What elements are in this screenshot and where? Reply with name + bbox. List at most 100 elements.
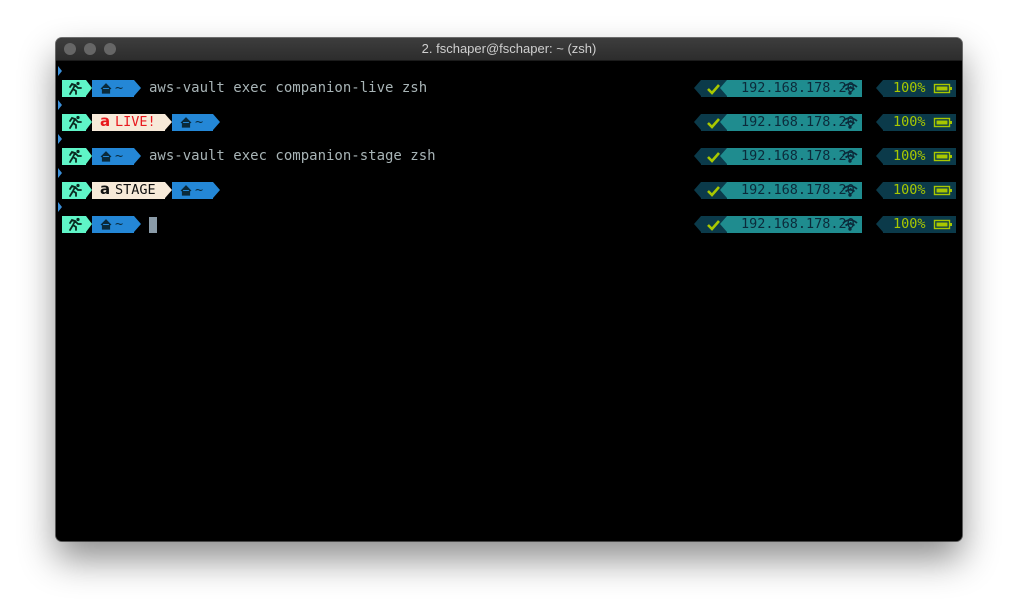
segment-separator (876, 148, 883, 164)
dir-segment: ~ (172, 114, 213, 131)
segment-separator (694, 114, 701, 130)
prompt-line: ~ 192.168.178.20 100% (56, 216, 962, 233)
segment-separator (165, 182, 172, 198)
segment-separator (720, 114, 727, 130)
segment-separator (720, 216, 727, 232)
dir-label: ~ (115, 216, 124, 232)
prompt-newline-caret (58, 168, 62, 178)
dir-segment: ~ (172, 182, 213, 199)
segment-separator (876, 182, 883, 198)
segment-separator (694, 148, 701, 164)
ip-address: 192.168.178.20 (741, 182, 855, 198)
ip-segment: 192.168.178.20 (727, 80, 862, 97)
battery-level: 100% (893, 114, 926, 130)
segment-separator (720, 182, 727, 198)
context-segment (62, 216, 86, 233)
running-man-icon (69, 149, 82, 163)
amazon-a-icon: a (100, 112, 111, 130)
battery-icon (933, 219, 952, 230)
battery-segment: 100% (883, 148, 956, 165)
battery-icon (933, 117, 952, 128)
segment-separator (134, 80, 141, 96)
ip-segment: 192.168.178.20 (727, 216, 862, 233)
text-cursor[interactable] (149, 217, 157, 233)
aws-segment: a STAGE (92, 180, 165, 199)
dir-label: ~ (115, 148, 124, 164)
amazon-a-icon: a (100, 180, 111, 198)
wifi-icon (842, 83, 858, 95)
prompt-line: ~ aws-vault exec companion-live zsh 192.… (56, 80, 962, 97)
context-segment (62, 148, 86, 165)
context-segment (62, 182, 86, 199)
ip-segment: 192.168.178.20 (727, 182, 862, 199)
context-segment (62, 114, 86, 131)
running-man-icon (69, 217, 82, 231)
segment-separator (876, 114, 883, 130)
dir-label: ~ (195, 182, 204, 198)
segment-separator (694, 80, 701, 96)
battery-icon (933, 151, 952, 162)
dir-segment: ~ (92, 80, 134, 97)
home-icon (100, 219, 112, 230)
command-text: aws-vault exec companion-stage zsh (149, 148, 436, 164)
ip-address: 192.168.178.20 (741, 148, 855, 164)
prompt-newline-caret (58, 100, 62, 110)
prompt-line: ~ aws-vault exec companion-stage zsh 192… (56, 148, 962, 165)
ip-address: 192.168.178.20 (741, 216, 855, 232)
segment-separator (213, 114, 220, 130)
aws-profile-label: LIVE! (115, 114, 156, 130)
segment-separator (165, 114, 172, 130)
prompt-newline-caret (58, 134, 62, 144)
prompt-newline-caret (58, 66, 62, 76)
battery-segment: 100% (883, 80, 956, 97)
wifi-icon (842, 185, 858, 197)
segment-separator (134, 216, 141, 232)
segment-separator (720, 80, 727, 96)
prompt-line: a LIVE! ~ 192.168.178.20 100% (56, 112, 962, 131)
prompt-line: a STAGE ~ 192.168.178.20 100% (56, 180, 962, 199)
battery-level: 100% (893, 182, 926, 198)
home-icon (180, 185, 192, 196)
dir-label: ~ (195, 114, 204, 130)
prompt-newline-caret (58, 202, 62, 212)
home-icon (100, 83, 112, 94)
running-man-icon (69, 183, 82, 197)
segment-separator (694, 182, 701, 198)
segment-separator (134, 148, 141, 164)
aws-profile-label: STAGE (115, 182, 156, 198)
ip-address: 192.168.178.20 (741, 80, 855, 96)
dir-segment: ~ (92, 216, 134, 233)
battery-level: 100% (893, 216, 926, 232)
segment-separator (876, 80, 883, 96)
segment-separator (876, 216, 883, 232)
segment-separator (694, 216, 701, 232)
wifi-icon (842, 219, 858, 231)
ip-address: 192.168.178.20 (741, 114, 855, 130)
window-title: 2. fschaper@fschaper: ~ (zsh) (421, 41, 597, 56)
terminal-content[interactable]: ~ aws-vault exec companion-live zsh 192.… (56, 61, 962, 541)
command-text: aws-vault exec companion-live zsh (149, 80, 428, 96)
running-man-icon (69, 115, 82, 129)
segment-separator (213, 182, 220, 198)
battery-icon (933, 83, 952, 94)
ip-segment: 192.168.178.20 (727, 148, 862, 165)
wifi-icon (842, 151, 858, 163)
title-bar: 2. fschaper@fschaper: ~ (zsh) (56, 38, 962, 61)
segment-separator (720, 148, 727, 164)
battery-icon (933, 185, 952, 196)
terminal-window: 2. fschaper@fschaper: ~ (zsh) ~ aws-vaul… (56, 38, 962, 541)
home-icon (100, 151, 112, 162)
running-man-icon (69, 81, 82, 95)
ip-segment: 192.168.178.20 (727, 114, 862, 131)
battery-segment: 100% (883, 216, 956, 233)
battery-segment: 100% (883, 182, 956, 199)
wifi-icon (842, 117, 858, 129)
dir-label: ~ (115, 80, 124, 96)
aws-segment: a LIVE! (92, 112, 165, 131)
battery-level: 100% (893, 80, 926, 96)
battery-level: 100% (893, 148, 926, 164)
context-segment (62, 80, 86, 97)
home-icon (180, 117, 192, 128)
battery-segment: 100% (883, 114, 956, 131)
dir-segment: ~ (92, 148, 134, 165)
